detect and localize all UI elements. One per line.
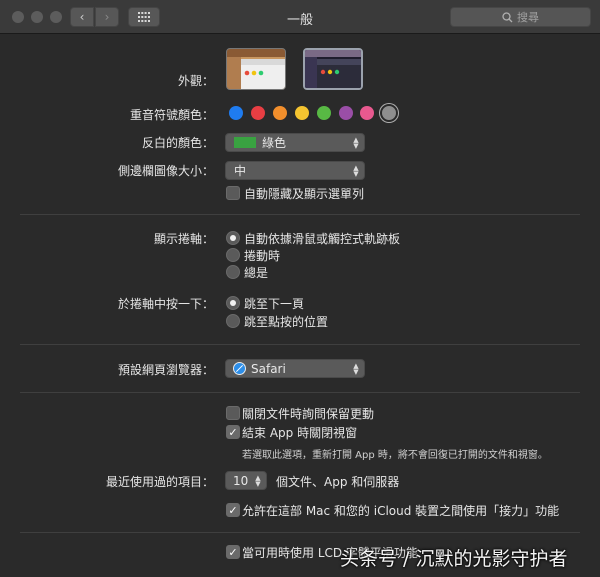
default-browser-label: 預設網頁瀏覽器：: [117, 363, 214, 377]
default-browser-value: Safari: [251, 361, 286, 376]
search-field[interactable]: 搜尋: [450, 7, 591, 27]
ask-keep-changes-label: 關閉文件時詢問保留更動: [242, 407, 375, 421]
light-preview-icon: [227, 49, 285, 89]
chevron-updown-icon: ▲ ▼: [353, 163, 359, 178]
close-windows-checkbox[interactable]: ✓: [226, 425, 240, 439]
highlight-color-popup[interactable]: 綠色 ▲ ▼: [225, 133, 365, 152]
divider: [20, 532, 580, 533]
sidebar-icon-size-popup[interactable]: 中 ▲ ▼: [225, 161, 365, 180]
jump-clicked-spot-label: 跳至點按的位置: [244, 315, 329, 329]
divider: [20, 344, 580, 345]
highlight-value: 綠色: [262, 136, 287, 150]
chevron-updown-icon: ▲ ▼: [255, 473, 261, 488]
highlight-swatch: [234, 137, 256, 148]
safari-icon: [233, 362, 246, 375]
checkmark-icon: ✓: [228, 545, 238, 559]
lcd-smoothing-checkbox[interactable]: ✓: [226, 545, 240, 559]
scrollbars-always-label: 總是: [244, 266, 269, 280]
auto-hide-menu-checkbox[interactable]: [226, 186, 240, 200]
scrollbars-always-radio[interactable]: [226, 265, 240, 279]
checkmark-icon: ✓: [228, 503, 238, 517]
auto-hide-menu-label: 自動隱藏及顯示選單列: [244, 187, 365, 201]
accent-orange-swatch[interactable]: [273, 106, 287, 120]
scrollbars-when-scrolling-label: 捲動時: [244, 249, 281, 263]
click-scrollbar-label: 於捲軸中按一下：: [117, 297, 214, 311]
appearance-dark-option[interactable]: [303, 48, 363, 90]
close-windows-note: 若選取此選項，重新打開 App 時，將不會回復已打開的文件和視窗。: [242, 450, 548, 461]
title-bar: ‹ › 一般 搜尋: [0, 0, 600, 34]
recent-items-popup[interactable]: 10 ▲ ▼: [225, 471, 267, 490]
search-icon: [502, 11, 513, 22]
show-scrollbars-label: 顯示捲軸：: [153, 232, 214, 246]
recent-items-value: 10: [233, 473, 249, 488]
chevron-updown-icon: ▲ ▼: [353, 135, 359, 150]
close-windows-label: 結束 App 時關閉視窗: [242, 426, 358, 440]
accent-graphite-swatch[interactable]: [380, 104, 398, 122]
accent-red-swatch[interactable]: [251, 106, 265, 120]
handoff-checkbox[interactable]: ✓: [226, 503, 240, 517]
watermark: 头条号 / 沉默的光影守护者: [340, 548, 568, 570]
recent-items-label: 最近使用過的項目：: [105, 475, 214, 489]
jump-next-page-radio[interactable]: [226, 296, 240, 310]
dark-preview-icon: [305, 50, 361, 88]
jump-clicked-spot-radio[interactable]: [226, 314, 240, 328]
accent-color-label: 重音符號顏色：: [129, 108, 214, 122]
ask-keep-changes-checkbox[interactable]: [226, 406, 240, 420]
scrollbars-auto-radio[interactable]: [226, 231, 240, 245]
checkmark-icon: ✓: [228, 425, 238, 439]
accent-purple-swatch[interactable]: [339, 106, 353, 120]
divider: [20, 392, 580, 393]
scrollbars-auto-label: 自動依據滑鼠或觸控式軌跡板: [244, 232, 401, 246]
accent-yellow-swatch[interactable]: [295, 106, 309, 120]
handoff-label: 允許在這部 Mac 和您的 iCloud 裝置之間使用「接力」功能: [242, 504, 560, 518]
search-placeholder: 搜尋: [517, 11, 539, 24]
accent-green-swatch[interactable]: [317, 106, 331, 120]
recent-items-suffix: 個文件、App 和伺服器: [276, 475, 400, 489]
divider: [20, 214, 580, 215]
default-browser-popup[interactable]: Safari ▲ ▼: [225, 359, 365, 378]
appearance-label: 外觀：: [177, 74, 214, 88]
jump-next-page-label: 跳至下一頁: [244, 297, 305, 311]
chevron-updown-icon: ▲ ▼: [353, 361, 359, 376]
scrollbars-when-scrolling-radio[interactable]: [226, 248, 240, 262]
highlight-color-label: 反白的顏色：: [141, 136, 214, 150]
accent-blue-swatch[interactable]: [229, 106, 243, 120]
accent-pink-swatch[interactable]: [360, 106, 374, 120]
appearance-light-option[interactable]: [226, 48, 286, 90]
sidebar-icon-size-label: 側邊欄圖像大小：: [117, 164, 214, 178]
sidebar-icon-size-value: 中: [234, 164, 247, 178]
